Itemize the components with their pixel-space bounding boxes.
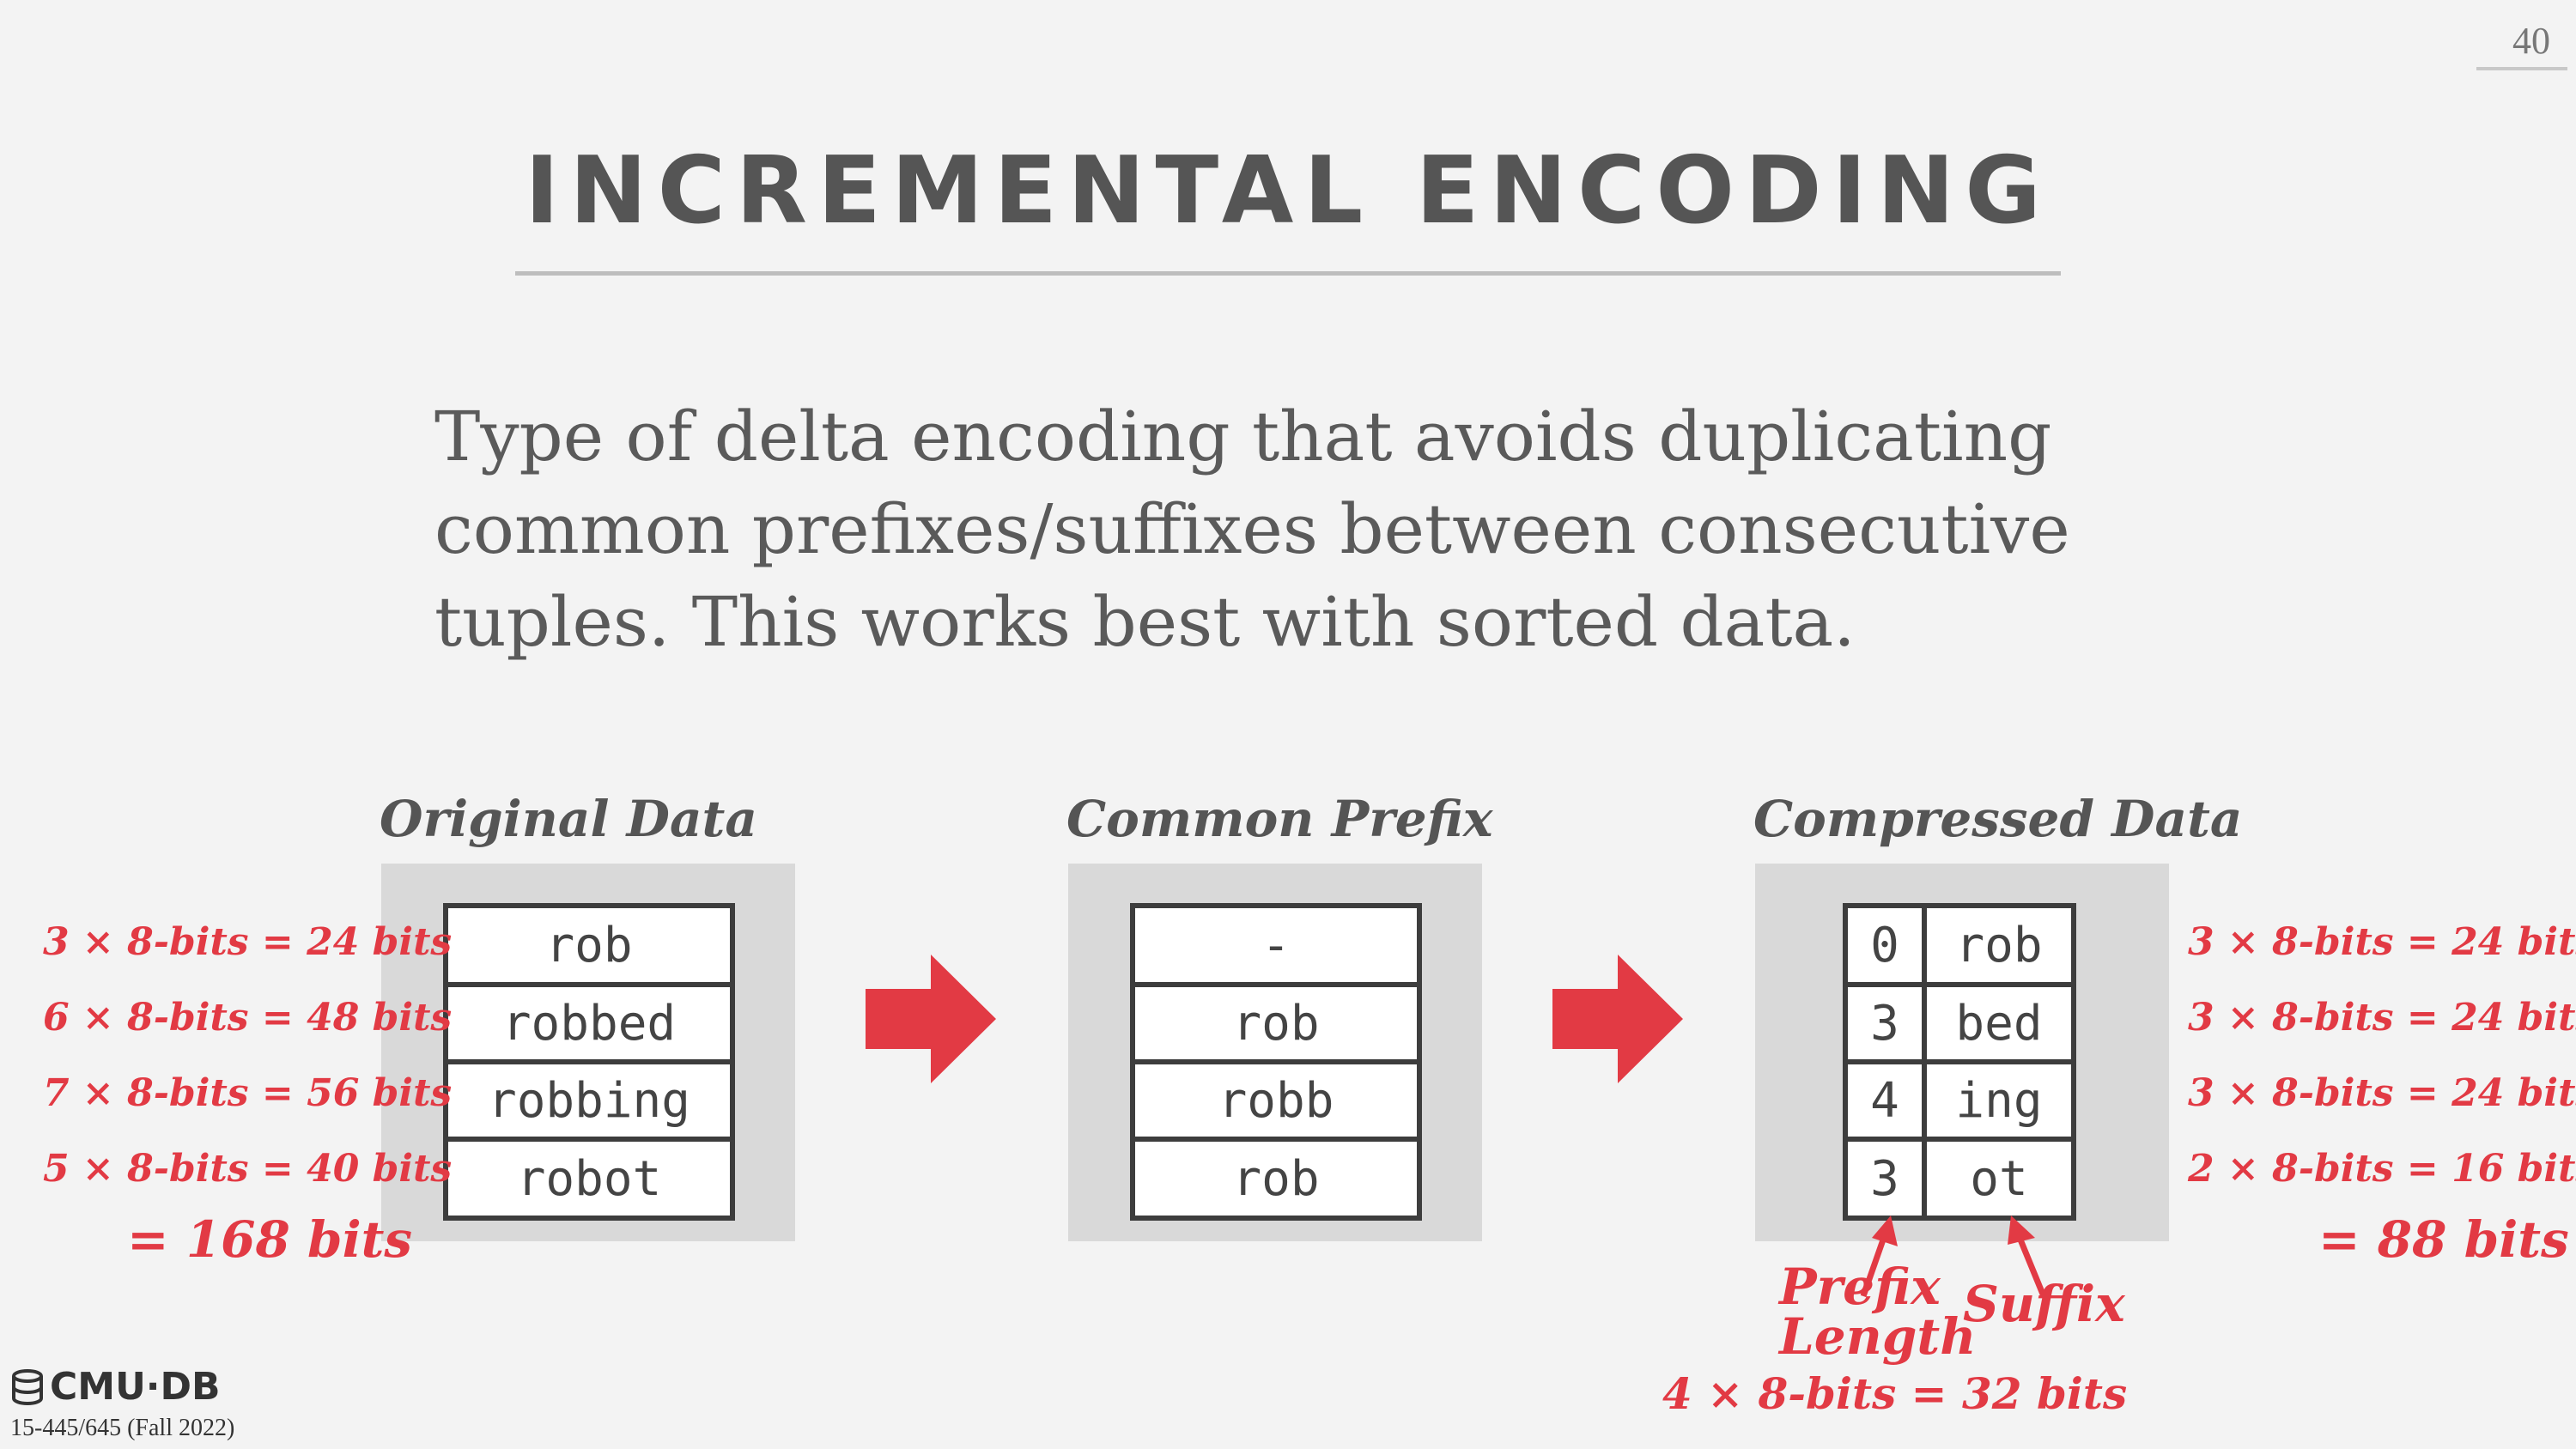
suffix-cell: bed — [1922, 982, 2076, 1064]
compressed-data-panel: 0 rob 3 bed 4 ing 3 ot — [1755, 864, 2169, 1241]
prefix-row: robb — [1130, 1059, 1422, 1142]
suffix-label: Suffix — [1963, 1275, 2125, 1333]
compressed-bits: 3 × 8-bits = 24 bits — [2188, 996, 2576, 1040]
compressed-bits: 3 × 8-bits = 24 bits — [2188, 920, 2576, 964]
common-prefix-panel: - rob robb rob — [1068, 864, 1482, 1241]
compressed-total: = 88 bits — [2318, 1210, 2569, 1269]
suffix-cell: ing — [1922, 1059, 2076, 1142]
original-row: robot — [443, 1137, 735, 1221]
prefix-label-line2: Length — [1779, 1307, 1977, 1366]
common-prefix-heading: Common Prefix — [1066, 790, 1493, 848]
title-underline — [515, 271, 2061, 276]
page-number: 40 — [2512, 20, 2550, 62]
original-bits: 5 × 8-bits = 40 bits — [43, 1147, 453, 1191]
original-bits: 7 × 8-bits = 56 bits — [43, 1071, 453, 1115]
compressed-bits: 3 × 8-bits = 24 bits — [2188, 1071, 2576, 1115]
footer-course: 15-445/645 (Fall 2022) — [10, 1415, 235, 1441]
original-row: robbed — [443, 982, 735, 1064]
slide-title: INCREMENTAL ENCODING — [525, 137, 2051, 245]
original-row: rob — [443, 903, 735, 987]
original-data-heading: Original Data — [380, 790, 757, 848]
prefix-row: rob — [1130, 982, 1422, 1064]
suffix-cell: ot — [1922, 1137, 2076, 1221]
page-number-rule — [2476, 67, 2567, 70]
right-arrow-icon — [866, 955, 996, 1083]
original-bits: 6 × 8-bits = 48 bits — [43, 996, 453, 1040]
suffix-cell: rob — [1922, 903, 2076, 987]
body-text: Type of delta encoding that avoids dupli… — [434, 397, 2070, 662]
footer-logo: CMU·DB — [10, 1365, 221, 1409]
compressed-data-heading: Compressed Data — [1753, 790, 2243, 848]
prefix-length-label: Prefix Length — [1779, 1262, 1976, 1361]
prefix-bits-total: 4 × 8-bits = 32 bits — [1662, 1368, 2128, 1419]
prefix-row: - — [1130, 903, 1422, 987]
prefix-length-cell: 3 — [1843, 1137, 1927, 1221]
prefix-length-cell: 4 — [1843, 1059, 1927, 1142]
original-total: = 168 bits — [127, 1210, 413, 1269]
original-row: robbing — [443, 1059, 735, 1142]
prefix-row: rob — [1130, 1137, 1422, 1221]
prefix-length-cell: 3 — [1843, 982, 1927, 1064]
original-bits: 3 × 8-bits = 24 bits — [43, 920, 453, 964]
footer-logo-text: CMU·DB — [50, 1365, 221, 1409]
prefix-label-line1: Prefix — [1779, 1258, 1941, 1316]
right-arrow-icon — [1552, 955, 1683, 1083]
slide: 40 INCREMENTAL ENCODING Type of delta en… — [0, 0, 2576, 1449]
database-icon — [12, 1368, 43, 1405]
prefix-length-cell: 0 — [1843, 903, 1927, 987]
compressed-bits: 2 × 8-bits = 16 bits — [2188, 1147, 2576, 1191]
